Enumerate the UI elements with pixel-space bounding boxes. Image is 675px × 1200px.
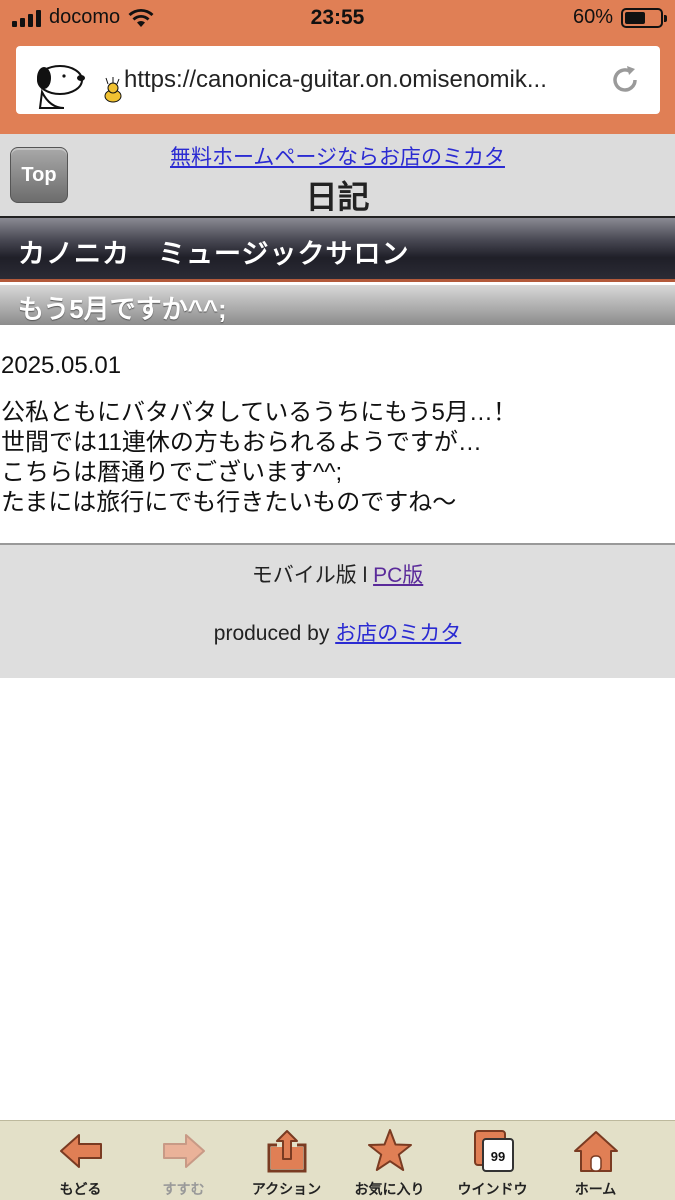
battery-level — [625, 11, 646, 24]
status-right: 60% — [572, 6, 667, 29]
window-count-badge: 99 — [491, 1149, 505, 1164]
forward-label: すすむ — [162, 1181, 205, 1197]
snoopy-icon — [37, 65, 122, 109]
back-label: もどる — [59, 1181, 102, 1197]
windows-icon: 99 — [474, 1130, 514, 1172]
post-title: もう5月ですか^^; — [18, 294, 227, 324]
footer: モバイル版 l PC版 produced by お店のミカタ — [0, 543, 675, 678]
footer-credit-line: produced by お店のミカタ — [0, 617, 675, 647]
post-line: たまには旅行にでも行きたいものですね〜 — [1, 489, 457, 516]
url-text[interactable]: https://canonica-guitar.on.omisenomik... — [124, 66, 604, 94]
favorites-button[interactable]: お気に入り — [338, 1121, 441, 1200]
post-line: 公私ともにバタバタしているうちにもう5月…！ — [1, 399, 517, 426]
battery-icon — [621, 7, 667, 28]
bottom-toolbar: もどる すすむ アクション お気に入り 99 ウインドウ ホーム — [0, 1120, 675, 1200]
browser-chrome: docomo 23:55 60% https://canonica-guitar… — [0, 0, 675, 134]
page-title: 日記 — [305, 179, 370, 215]
home-icon — [574, 1131, 618, 1172]
shop-banner: カノニカ ミュージックサロン — [0, 216, 675, 282]
post-line: 世間では11連休の方もおられるようですが… — [1, 429, 482, 456]
status-bar: docomo 23:55 60% — [0, 0, 675, 38]
produced-by-label: produced by — [213, 622, 336, 645]
footer-version-line: モバイル版 l PC版 — [0, 559, 675, 589]
post-line: こちらは暦通りでございます^^; — [1, 459, 343, 486]
share-icon — [267, 1130, 307, 1173]
post-body: 公私ともにバタバタしているうちにもう5月…！ 世間では11連休の方もおられるよう… — [1, 398, 517, 518]
page-header: Top 無料ホームページならお店のミカタ 日記 — [0, 134, 675, 216]
pc-version-link[interactable]: PC版 — [373, 564, 423, 587]
post-date: 2025.05.01 — [1, 352, 122, 379]
windows-button[interactable]: 99 ウインドウ — [441, 1121, 544, 1200]
battery-percent: 60% — [572, 6, 613, 28]
action-label: アクション — [251, 1181, 322, 1197]
reload-icon[interactable] — [608, 63, 642, 97]
credit-link[interactable]: お店のミカタ — [335, 622, 461, 645]
back-arrow-icon — [60, 1134, 102, 1168]
ad-link[interactable]: 無料ホームページならお店のミカタ — [0, 141, 675, 171]
action-button[interactable]: アクション — [235, 1121, 338, 1200]
shop-name: カノニカ ミュージックサロン — [18, 239, 410, 269]
favorites-label: お気に入り — [354, 1181, 425, 1197]
forward-button[interactable]: すすむ — [132, 1121, 235, 1200]
home-label: ホーム — [574, 1181, 617, 1197]
back-button[interactable]: もどる — [29, 1121, 132, 1200]
home-button[interactable]: ホーム — [544, 1121, 647, 1200]
post-title-bar: もう5月ですか^^; — [0, 285, 675, 325]
address-bar[interactable]: https://canonica-guitar.on.omisenomik... — [16, 46, 660, 114]
windows-label: ウインドウ — [457, 1181, 528, 1197]
forward-arrow-icon — [163, 1134, 205, 1168]
star-icon — [368, 1129, 412, 1171]
mobile-version-label: モバイル版 l — [251, 564, 374, 587]
